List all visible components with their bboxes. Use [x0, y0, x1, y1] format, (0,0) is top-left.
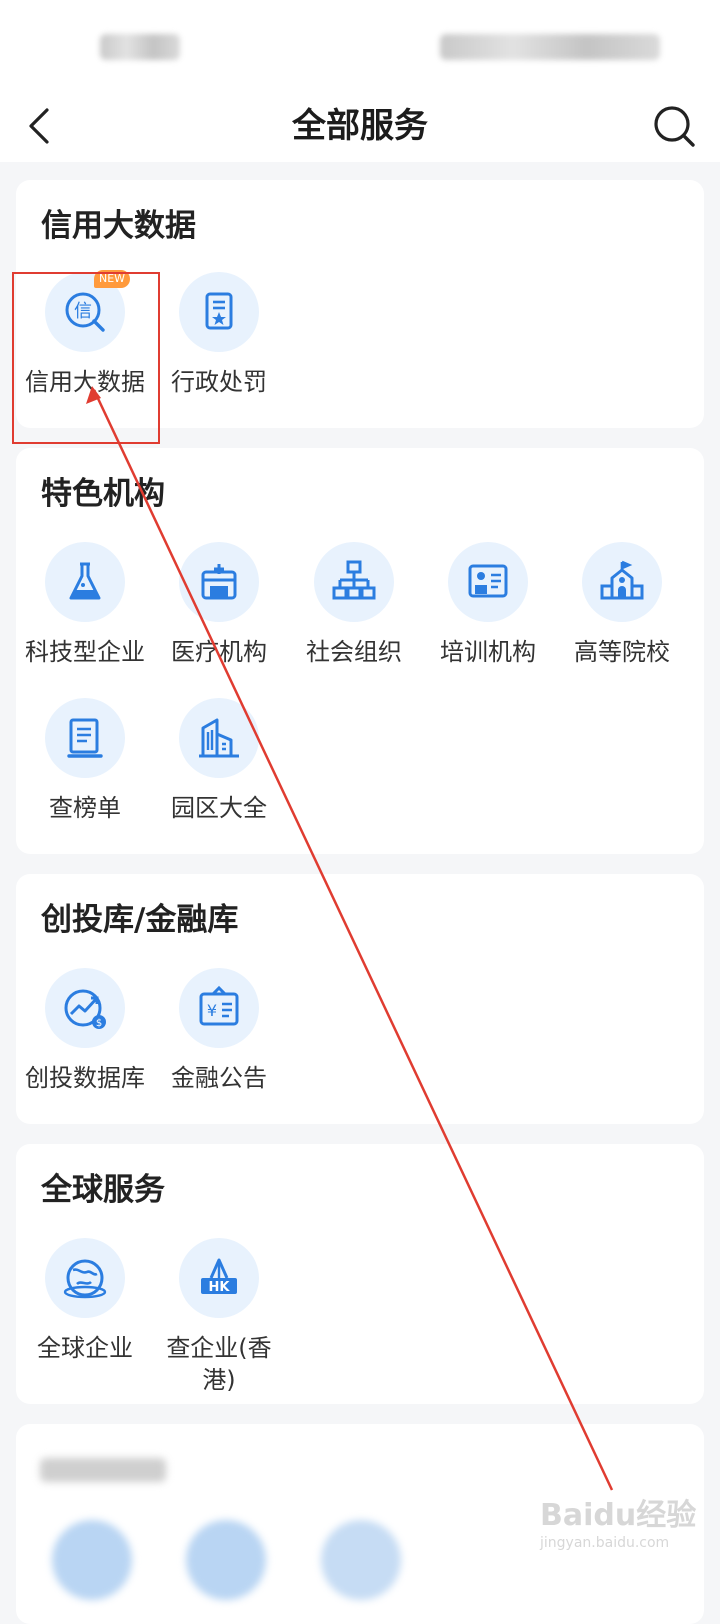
search-icon	[654, 106, 695, 147]
service-tile-medical[interactable]: 医疗机构	[150, 542, 288, 668]
training-board-icon	[448, 542, 528, 622]
service-label: 金融公告	[171, 1064, 267, 1092]
blurred-icon	[321, 1520, 401, 1600]
service-tile-vc-database[interactable]: $ 创投数据库	[16, 968, 154, 1094]
section-title: 全球服务	[41, 1172, 165, 1208]
blurred-icon	[186, 1520, 266, 1600]
service-label: 医疗机构	[171, 638, 267, 666]
blurred-section-title	[40, 1458, 166, 1482]
status-time-blurred	[100, 34, 180, 60]
buildings-icon	[179, 698, 259, 778]
watermark-url: jingyan.baidu.com	[540, 1535, 670, 1551]
service-label: 高等院校	[574, 638, 670, 666]
service-tile-university[interactable]: 高等院校	[553, 542, 691, 668]
watermark-brand: Baidu经验	[540, 1498, 697, 1533]
service-label: 社会组织	[306, 638, 402, 666]
university-icon	[582, 542, 662, 622]
hospital-icon	[179, 542, 259, 622]
service-label: 科技型企业	[25, 638, 145, 666]
org-chart-icon	[314, 542, 394, 622]
baidu-watermark: Baidu经验 jingyan.baidu.com	[540, 1498, 710, 1578]
service-tile-rankings[interactable]: 查榜单	[16, 698, 154, 824]
section-title: 创投库/金融库	[41, 902, 239, 938]
service-tile-admin-penalty[interactable]: 行政处罚	[150, 272, 288, 398]
blurred-icon	[52, 1520, 132, 1600]
service-tile-training[interactable]: 培训机构	[419, 542, 557, 668]
service-label: 园区大全	[171, 794, 267, 822]
service-tile-hk-enterprise[interactable]: HK 查企业(香港)	[150, 1238, 288, 1396]
hk-building-icon: HK	[179, 1238, 259, 1318]
new-badge: NEW	[94, 270, 130, 288]
penalty-document-icon	[179, 272, 259, 352]
section-featured-orgs-card: 特色机构 科技型企业 医疗机构 社会组织 培训机构 高等院校 查榜单 园区大全	[16, 448, 704, 854]
service-label: 信用大数据	[25, 368, 145, 396]
service-label: 行政处罚	[171, 368, 267, 396]
status-bar	[0, 0, 720, 90]
service-label: 创投数据库	[25, 1064, 145, 1092]
service-tile-social-org[interactable]: 社会组织	[285, 542, 423, 668]
service-label: 培训机构	[440, 638, 536, 666]
service-tile-global-enterprise[interactable]: 全球企业	[16, 1238, 154, 1364]
service-label: 全球企业	[37, 1334, 133, 1362]
status-icons-blurred	[440, 34, 660, 60]
page-title: 全部服务	[292, 106, 428, 146]
service-tile-finance-notice[interactable]: ¥ 金融公告	[150, 968, 288, 1094]
svg-text:HK: HK	[209, 1280, 231, 1295]
section-vc-finance-card: 创投库/金融库 $ 创投数据库 ¥ 金融公告	[16, 874, 704, 1124]
growth-chart-icon: $	[45, 968, 125, 1048]
service-label: 查榜单	[49, 794, 121, 822]
search-button[interactable]	[650, 102, 698, 150]
service-tile-tech-enterprise[interactable]: 科技型企业	[16, 542, 154, 668]
ranking-list-icon	[45, 698, 125, 778]
finance-notice-icon: ¥	[179, 968, 259, 1048]
svg-text:$: $	[96, 1018, 102, 1029]
section-credit-card: 信用大数据 信 信用大数据 行政处罚	[16, 180, 704, 428]
service-tile-parks[interactable]: 园区大全	[150, 698, 288, 824]
section-global-card: 全球服务 全球企业 HK 查企业(香港)	[16, 1144, 704, 1404]
flask-icon	[45, 542, 125, 622]
section-title: 特色机构	[41, 476, 165, 512]
service-label: 查企业(香港)	[166, 1334, 272, 1394]
nav-bar: 全部服务	[0, 90, 720, 162]
service-tile-credit-bigdata[interactable]: 信 信用大数据	[16, 272, 154, 398]
globe-icon	[45, 1238, 125, 1318]
svg-text:信: 信	[74, 301, 92, 322]
svg-text:¥: ¥	[207, 1001, 217, 1020]
section-title: 信用大数据	[41, 208, 196, 244]
